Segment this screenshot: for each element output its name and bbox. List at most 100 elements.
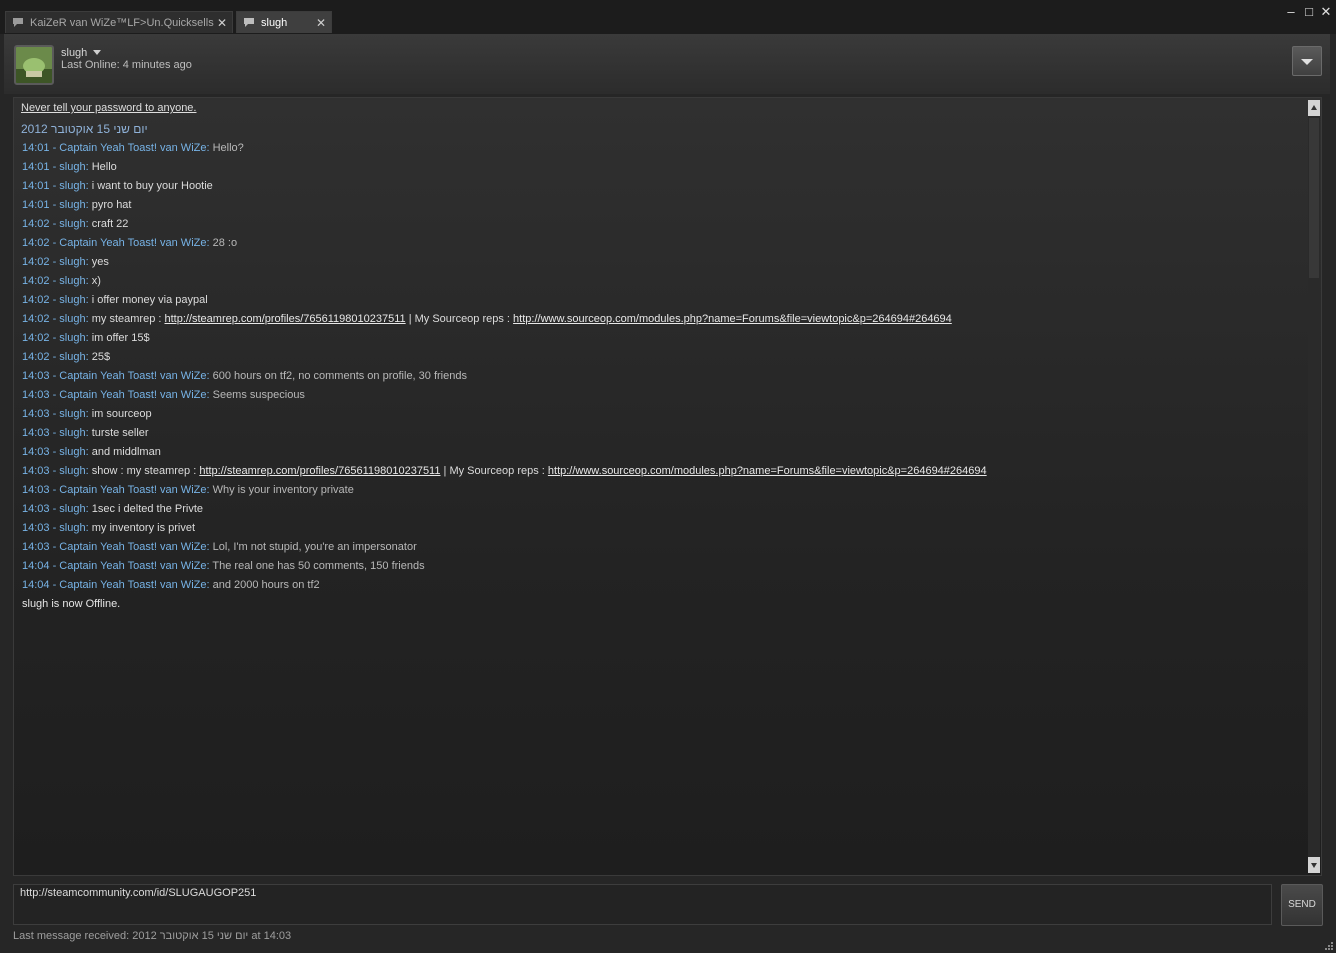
message-text: | My Sourceop reps : bbox=[440, 465, 548, 477]
chat-message: 14:02 - slugh: craft 22 bbox=[22, 218, 129, 230]
message-text: Seems suspecious bbox=[212, 389, 305, 401]
message-text: 1sec i delted the Privte bbox=[91, 503, 204, 515]
maximize-icon[interactable]: □ bbox=[1301, 4, 1317, 20]
message-sender: 14:01 - slugh bbox=[22, 180, 86, 192]
message-text: and 2000 hours on tf2 bbox=[212, 579, 320, 591]
message-sender: 14:03 - slugh bbox=[22, 427, 86, 439]
chat-message: 14:02 - Captain Yeah Toast! van WiZe: 28… bbox=[22, 237, 238, 249]
message-text: i offer money via paypal bbox=[91, 294, 208, 306]
message-sender: 14:01 - slugh bbox=[22, 199, 86, 211]
message-text: show : my steamrep : bbox=[91, 465, 200, 477]
message-text: Lol, I'm not stupid, you're an impersona… bbox=[212, 541, 417, 553]
message-text: craft 22 bbox=[91, 218, 129, 230]
message-sender: 14:03 - Captain Yeah Toast! van WiZe bbox=[22, 370, 207, 382]
options-dropdown-button[interactable] bbox=[1292, 46, 1322, 76]
tab-label: slugh bbox=[261, 16, 288, 29]
message-text: Hello bbox=[91, 161, 117, 173]
resize-grip-icon[interactable] bbox=[1323, 940, 1333, 950]
chat-bubble-icon bbox=[244, 18, 254, 27]
chat-message: 14:02 - slugh: 25$ bbox=[22, 351, 111, 363]
chat-log[interactable]: Never tell your password to anyone. יום … bbox=[13, 97, 1322, 876]
date-header: יום שני 15 אוקטובר 2012 bbox=[21, 122, 148, 136]
chat-message: 14:03 - Captain Yeah Toast! van WiZe: Wh… bbox=[22, 484, 354, 496]
message-link[interactable]: http://steamrep.com/profiles/76561198010… bbox=[199, 465, 440, 477]
minimize-icon[interactable]: – bbox=[1283, 4, 1299, 20]
chat-message: 14:02 - slugh: i offer money via paypal bbox=[22, 294, 208, 306]
message-list: 14:01 - Captain Yeah Toast! van WiZe: He… bbox=[22, 139, 1302, 614]
chat-message: 14:01 - slugh: i want to buy your Hootie bbox=[22, 180, 213, 192]
chat-message: 14:03 - slugh: 1sec i delted the Privte bbox=[22, 503, 204, 515]
security-warning: Never tell your password to anyone. bbox=[21, 102, 197, 114]
message-text: my inventory is privet bbox=[91, 522, 196, 534]
message-sender: 14:02 - slugh bbox=[22, 256, 86, 268]
message-sender: 14:03 - Captain Yeah Toast! van WiZe bbox=[22, 541, 207, 553]
scroll-thumb[interactable] bbox=[1309, 118, 1319, 278]
message-text: and middlman bbox=[91, 446, 161, 458]
close-tab-icon[interactable]: ✕ bbox=[314, 16, 328, 30]
message-text: yes bbox=[91, 256, 109, 268]
arrow-down-icon bbox=[1311, 863, 1317, 868]
scroll-up-button[interactable] bbox=[1308, 100, 1320, 116]
friend-name[interactable]: slugh bbox=[61, 47, 87, 59]
chat-message: 14:01 - Captain Yeah Toast! van WiZe: He… bbox=[22, 142, 244, 154]
tab-bar: KaiZeR van WiZe™LF>Un.Quicksells ✕ slugh… bbox=[0, 0, 1336, 34]
chat-bubble-icon bbox=[13, 18, 23, 27]
close-window-icon[interactable]: ✕ bbox=[1318, 4, 1334, 20]
message-text: im sourceop bbox=[91, 408, 152, 420]
message-sender: 14:04 - Captain Yeah Toast! van WiZe bbox=[22, 560, 207, 572]
message-text: The real one has 50 comments, 150 friend… bbox=[212, 560, 425, 572]
message-sender: 14:04 - Captain Yeah Toast! van WiZe bbox=[22, 579, 207, 591]
chat-header: slugh Last Online: 4 minutes ago bbox=[4, 34, 1330, 94]
message-link[interactable]: http://www.sourceop.com/modules.php?name… bbox=[513, 313, 952, 325]
chat-message: 14:01 - slugh: pyro hat bbox=[22, 199, 132, 211]
chat-message: 14:03 - slugh: show : my steamrep : http… bbox=[22, 465, 987, 477]
send-button[interactable]: SEND bbox=[1281, 884, 1323, 926]
message-text: Why is your inventory private bbox=[212, 484, 354, 496]
message-sender: 14:01 - slugh bbox=[22, 161, 86, 173]
system-message: slugh is now Offline. bbox=[22, 598, 121, 610]
tab-label: KaiZeR van WiZe™LF>Un.Quicksells bbox=[30, 16, 214, 29]
avatar-image bbox=[16, 47, 52, 83]
message-text: 28 :o bbox=[212, 237, 238, 249]
chat-scrollbar[interactable] bbox=[1308, 100, 1320, 873]
message-link[interactable]: http://www.sourceop.com/modules.php?name… bbox=[548, 465, 987, 477]
chat-message: 14:02 - slugh: x) bbox=[22, 275, 101, 287]
close-tab-icon[interactable]: ✕ bbox=[215, 16, 229, 30]
message-sender: 14:01 - Captain Yeah Toast! van WiZe bbox=[22, 142, 207, 154]
chat-message: 14:03 - Captain Yeah Toast! van WiZe: Se… bbox=[22, 389, 305, 401]
scroll-down-button[interactable] bbox=[1308, 857, 1320, 873]
message-sender: 14:02 - slugh bbox=[22, 313, 86, 325]
message-link[interactable]: http://steamrep.com/profiles/76561198010… bbox=[164, 313, 405, 325]
chevron-down-icon[interactable] bbox=[93, 50, 101, 55]
message-sender: 14:03 - slugh bbox=[22, 446, 86, 458]
chat-message: 14:02 - slugh: yes bbox=[22, 256, 109, 268]
message-text: im offer 15$ bbox=[91, 332, 150, 344]
message-sender: 14:02 - slugh bbox=[22, 275, 86, 287]
last-message-status: Last message received: יום שני 15 אוקטוב… bbox=[13, 930, 292, 942]
chat-message: 14:03 - slugh: and middlman bbox=[22, 446, 161, 458]
chat-message: 14:02 - slugh: im offer 15$ bbox=[22, 332, 150, 344]
chat-message: 14:03 - Captain Yeah Toast! van WiZe: 60… bbox=[22, 370, 467, 382]
message-sender: 14:02 - slugh bbox=[22, 332, 86, 344]
arrow-up-icon bbox=[1311, 105, 1317, 110]
message-sender: 14:02 - slugh bbox=[22, 294, 86, 306]
chevron-down-icon bbox=[1301, 59, 1313, 65]
chat-message: 14:03 - Captain Yeah Toast! van WiZe: Lo… bbox=[22, 541, 417, 553]
tab-slugh[interactable]: slugh ✕ bbox=[236, 11, 332, 33]
message-text: pyro hat bbox=[91, 199, 132, 211]
message-text: my steamrep : bbox=[91, 313, 165, 325]
message-text: Hello? bbox=[212, 142, 244, 154]
tab-kaizer[interactable]: KaiZeR van WiZe™LF>Un.Quicksells ✕ bbox=[5, 11, 233, 33]
message-sender: 14:03 - slugh bbox=[22, 465, 86, 477]
chat-message: 14:02 - slugh: my steamrep : http://stea… bbox=[22, 313, 952, 325]
message-input[interactable]: http://steamcommunity.com/id/SLUGAUGOP25… bbox=[13, 884, 1272, 925]
avatar[interactable] bbox=[14, 45, 54, 85]
message-text: 25$ bbox=[91, 351, 111, 363]
message-sender: 14:02 - slugh bbox=[22, 218, 86, 230]
chat-message: 14:04 - Captain Yeah Toast! van WiZe: Th… bbox=[22, 560, 425, 572]
message-sender: 14:02 - Captain Yeah Toast! van WiZe bbox=[22, 237, 207, 249]
message-text: turste seller bbox=[91, 427, 149, 439]
chat-message: 14:01 - slugh: Hello bbox=[22, 161, 117, 173]
message-sender: 14:03 - slugh bbox=[22, 503, 86, 515]
message-text: | My Sourceop reps : bbox=[405, 313, 514, 325]
